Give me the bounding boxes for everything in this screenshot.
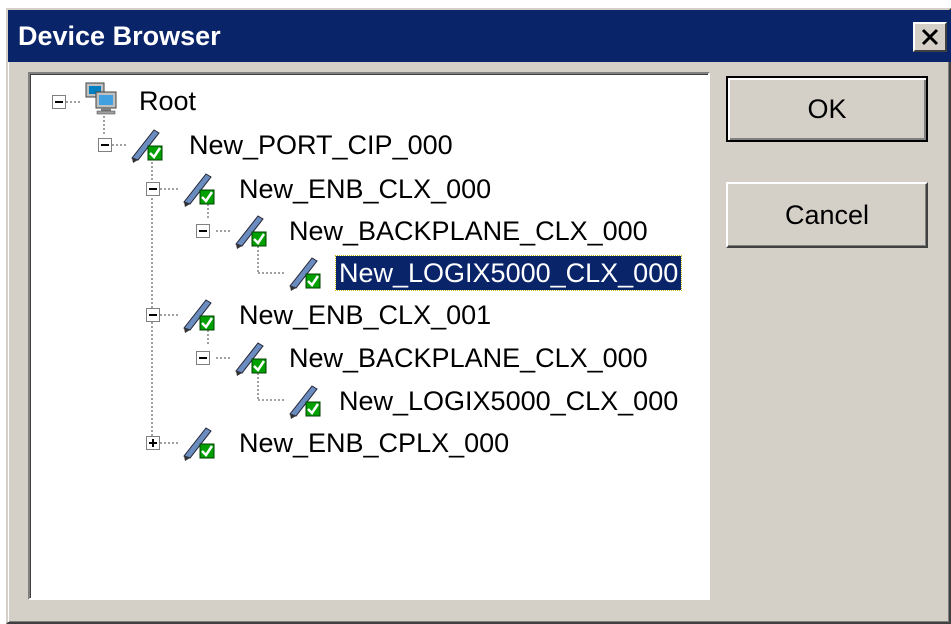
device-pen-check-icon	[183, 427, 215, 461]
close-icon	[921, 28, 939, 46]
tree-expander-port[interactable]	[98, 138, 112, 152]
device-pen-check-icon	[289, 385, 321, 419]
dialog-title: Device Browser	[18, 21, 221, 51]
device-tree[interactable]: Root New_PORT_CIP_000 New_ENB_CLX_000 Ne…	[28, 72, 710, 600]
tree-expander-root[interactable]	[52, 95, 66, 109]
ok-button[interactable]: OK	[726, 76, 928, 142]
tree-label-root[interactable]: Root	[136, 84, 199, 118]
device-pen-check-icon	[183, 173, 215, 207]
cancel-button-label: Cancel	[784, 199, 870, 230]
device-pen-check-icon	[235, 215, 267, 249]
title-bar[interactable]: Device Browser	[8, 10, 951, 62]
tree-expander-backplane-1[interactable]	[196, 224, 210, 238]
tree-label-enb-cplx-000[interactable]: New_ENB_CPLX_000	[236, 426, 512, 460]
tree-label-enb-clx-001[interactable]: New_ENB_CLX_001	[236, 298, 494, 332]
device-pen-check-icon	[235, 342, 267, 376]
device-pen-check-icon	[289, 257, 321, 291]
device-pen-check-icon	[131, 129, 163, 163]
tree-label-backplane-1[interactable]: New_BACKPLANE_CLX_000	[286, 214, 651, 248]
tree-expander-enb-cplx-000[interactable]	[146, 436, 160, 450]
tree-expander-enb-clx-000[interactable]	[146, 182, 160, 196]
device-pen-check-icon	[183, 299, 215, 333]
close-button[interactable]	[913, 22, 947, 52]
tree-label-logix5000-2[interactable]: New_LOGIX5000_CLX_000	[336, 384, 681, 418]
tree-expander-enb-clx-001[interactable]	[146, 308, 160, 322]
ok-button-label: OK	[807, 93, 847, 124]
tree-label-port[interactable]: New_PORT_CIP_000	[186, 128, 456, 162]
tree-expander-backplane-2[interactable]	[196, 351, 210, 365]
tree-label-enb-clx-000[interactable]: New_ENB_CLX_000	[236, 172, 494, 206]
tree-label-logix5000-1-selected[interactable]: New_LOGIX5000_CLX_000	[334, 255, 683, 291]
tree-label-backplane-2[interactable]: New_BACKPLANE_CLX_000	[286, 341, 651, 375]
computer-network-icon	[85, 82, 117, 115]
cancel-button[interactable]: Cancel	[726, 182, 928, 248]
